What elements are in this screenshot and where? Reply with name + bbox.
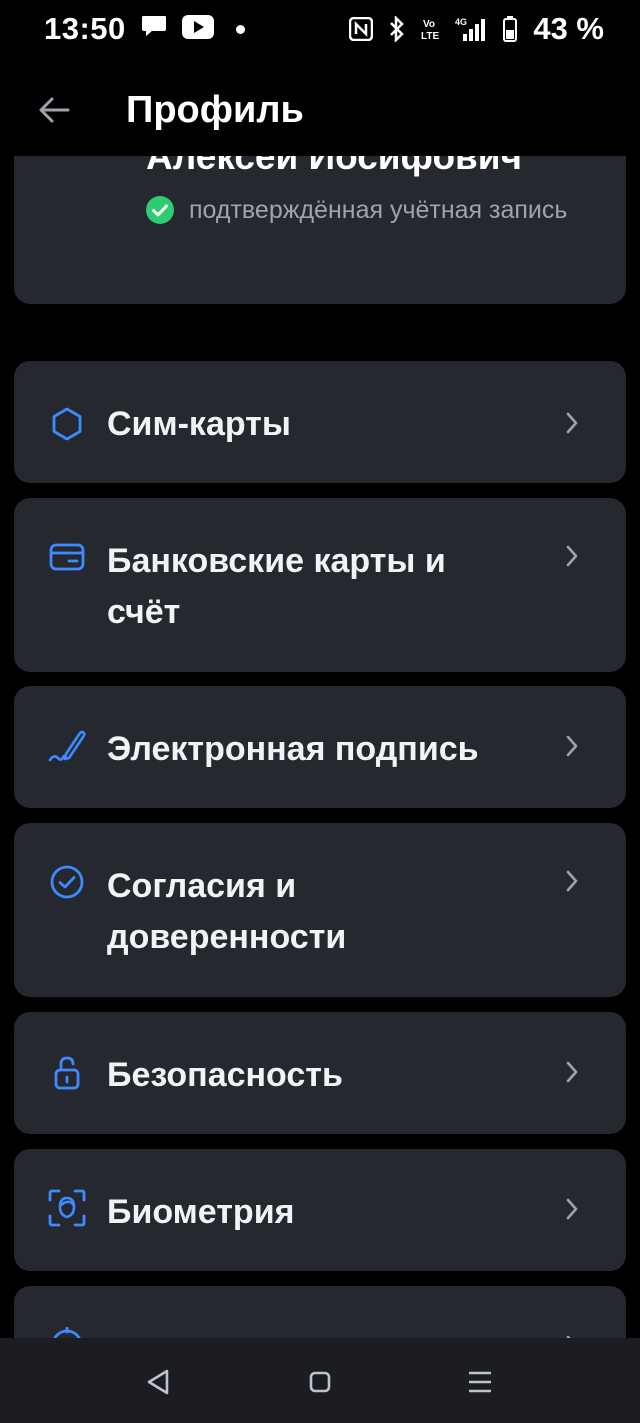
chevron-right-icon xyxy=(562,1058,582,1086)
volte-icon: Vo LTE xyxy=(421,16,441,42)
partial-icon xyxy=(48,1326,86,1338)
unlocked-padlock-icon xyxy=(48,1054,86,1092)
battery-percent: 43 % xyxy=(533,11,604,46)
nfc-icon xyxy=(349,17,374,41)
back-triangle-icon xyxy=(147,1369,169,1395)
sim-card-icon xyxy=(48,405,86,443)
svg-text:LTE: LTE xyxy=(421,31,439,42)
back-button[interactable] xyxy=(30,86,78,134)
app-bar: Профиль xyxy=(0,72,640,148)
home-square-icon xyxy=(309,1371,331,1393)
menu-item-label: Банковские карты и счёт xyxy=(107,542,446,631)
menu-item-label: Сим-карты xyxy=(107,405,291,443)
scroll-content[interactable]: Алексей Иосифович подтверждённая учётная… xyxy=(0,156,640,1338)
profile-name: Алексей Иосифович xyxy=(146,156,523,177)
notification-dot-icon xyxy=(235,24,245,34)
face-scan-icon xyxy=(48,1189,86,1227)
menu-item-partial[interactable] xyxy=(14,1286,626,1338)
menu-lines-icon xyxy=(469,1371,491,1393)
menu-item-biometrics[interactable]: Биометрия xyxy=(14,1149,626,1271)
bluetooth-icon xyxy=(387,16,407,42)
signature-pen-icon xyxy=(48,728,86,766)
youtube-icon xyxy=(181,11,214,47)
system-nav-bar xyxy=(0,1338,640,1423)
profile-card: Алексей Иосифович подтверждённая учётная… xyxy=(14,156,626,304)
status-right: Vo LTE 4G 43 % xyxy=(349,11,604,47)
menu-item-security[interactable]: Безопасность xyxy=(14,1012,626,1134)
screen: 13:50 Vo LTE 4G 43 % Профиль Алексей Иос… xyxy=(0,0,640,1423)
verified-status-text: подтверждённая учётная запись xyxy=(189,196,568,224)
battery-icon xyxy=(503,16,518,42)
nav-back-button[interactable] xyxy=(140,1364,176,1400)
status-left: 13:50 xyxy=(44,11,245,47)
menu-item-label: Электронная подпись xyxy=(107,730,479,768)
menu-item-label: Безопасность xyxy=(107,1056,343,1094)
menu-item-bank-cards[interactable]: Банковские карты и счёт xyxy=(14,498,626,672)
menu-item-label: Согласия и доверенности xyxy=(107,867,347,956)
chevron-right-icon xyxy=(562,409,582,437)
svg-text:4G: 4G xyxy=(455,17,467,27)
menu-item-consents[interactable]: Согласия и доверенности xyxy=(14,823,626,997)
check-circle-outline-icon xyxy=(48,863,86,901)
chevron-right-icon xyxy=(562,732,582,760)
4g-signal-icon: 4G xyxy=(455,16,489,42)
chat-icon xyxy=(140,11,168,47)
chevron-right-icon xyxy=(562,867,582,895)
nav-recents-button[interactable] xyxy=(462,1364,498,1400)
page-title: Профиль xyxy=(126,88,304,131)
arrow-left-icon xyxy=(39,97,70,123)
menu-item-e-signature[interactable]: Электронная подпись xyxy=(14,686,626,808)
menu-item-label: Биометрия xyxy=(107,1193,295,1231)
status-bar: 13:50 Vo LTE 4G 43 % xyxy=(0,0,640,58)
bank-card-icon xyxy=(48,538,86,576)
chevron-right-icon xyxy=(562,542,582,570)
nav-home-button[interactable] xyxy=(302,1364,338,1400)
menu-item-sim-cards[interactable]: Сим-карты xyxy=(14,361,626,483)
chevron-right-icon xyxy=(562,1195,582,1223)
status-time: 13:50 xyxy=(44,11,126,46)
check-circle-icon xyxy=(146,196,174,224)
svg-text:Vo: Vo xyxy=(423,19,435,30)
